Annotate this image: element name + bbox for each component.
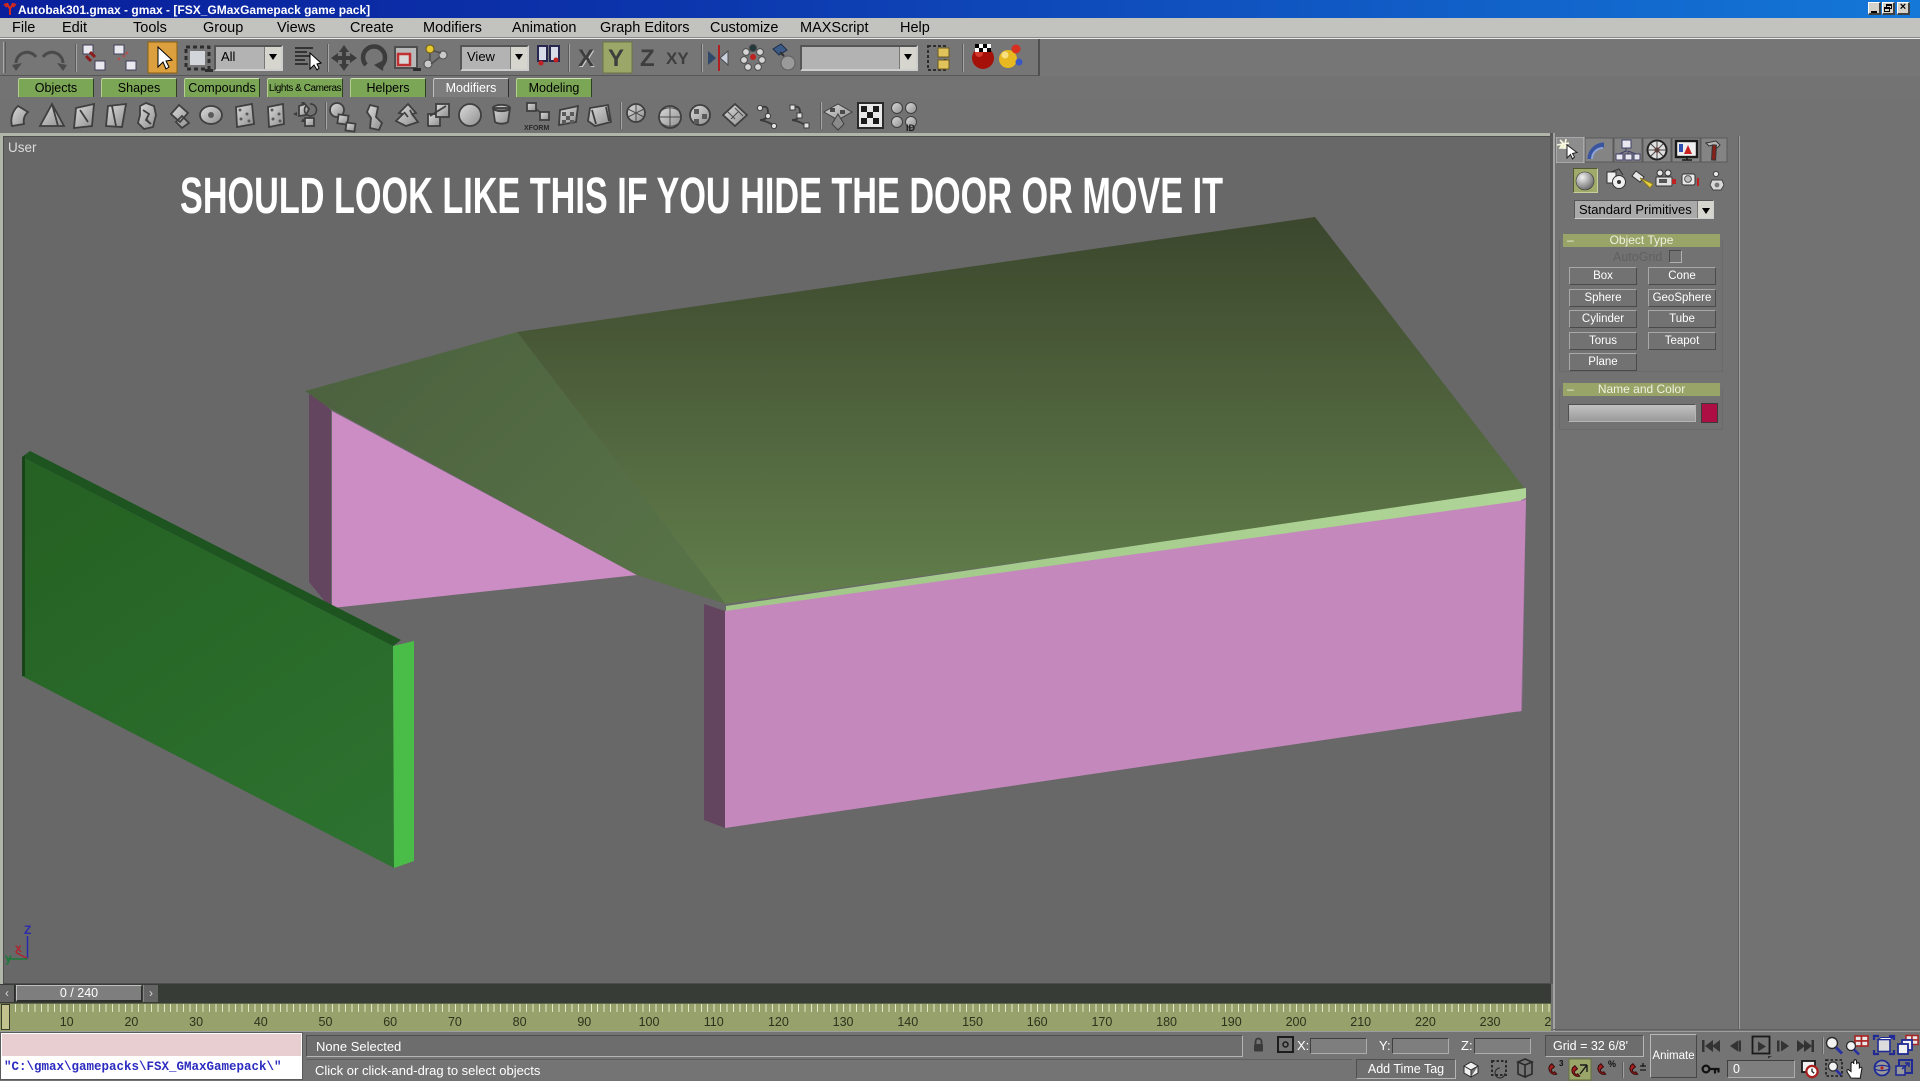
svg-text:ID: ID — [906, 123, 916, 133]
svg-text:3: 3 — [1559, 1059, 1564, 1068]
svg-text:Y: Y — [608, 45, 624, 72]
svg-text:Z: Z — [24, 923, 31, 937]
svg-text:XFORM: XFORM — [524, 125, 549, 132]
svg-text:XY: XY — [666, 49, 689, 68]
svg-text:y: y — [5, 951, 12, 965]
svg-text:Z: Z — [640, 45, 655, 72]
svg-text:x: x — [15, 941, 22, 955]
svg-text:User: User — [8, 140, 37, 155]
svg-text:%: % — [1608, 1059, 1616, 1069]
svg-text:X: X — [578, 45, 594, 72]
svg-text:SHOULD LOOK LIKE THIS IF YOU H: SHOULD LOOK LIKE THIS IF YOU HIDE THE DO… — [180, 167, 1223, 224]
